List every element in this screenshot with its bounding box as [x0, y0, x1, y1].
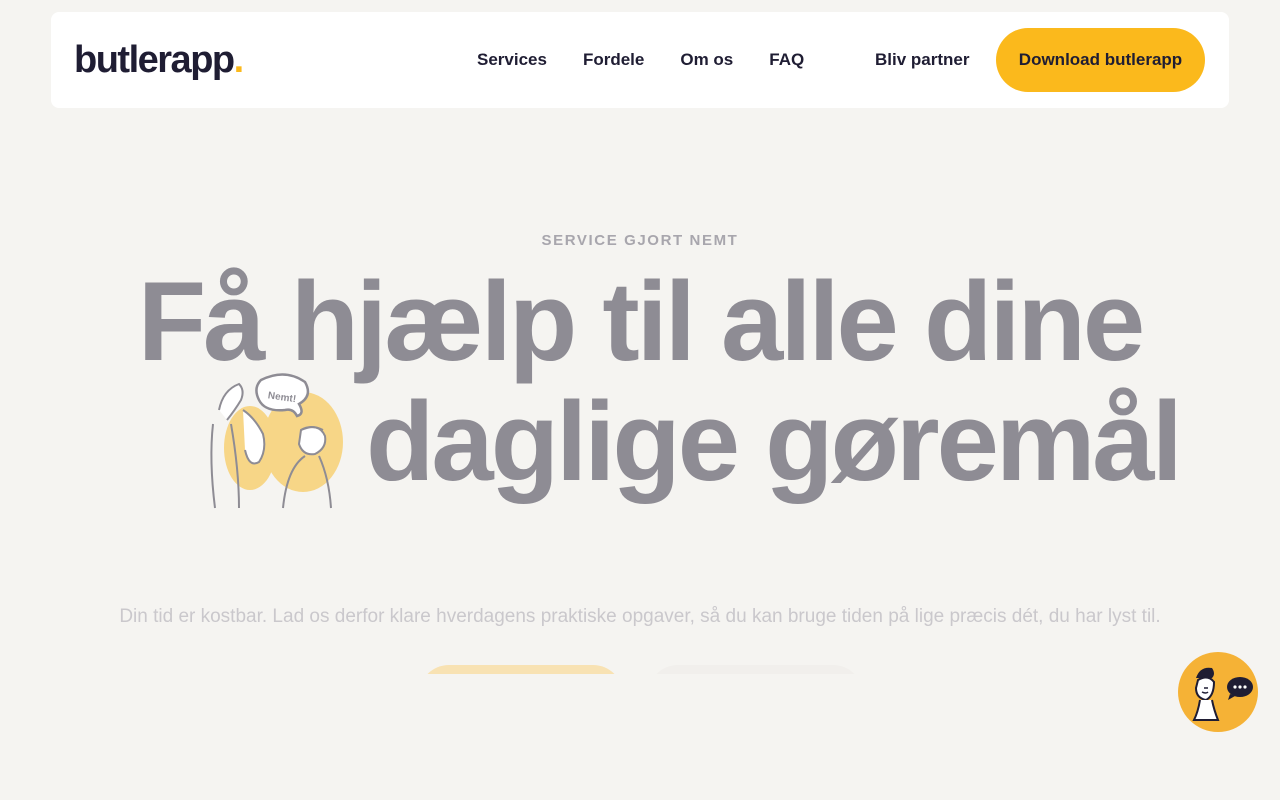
chat-widget-button[interactable]	[1178, 652, 1258, 732]
hero-subtext: Din tid er kostbar. Lad os derfor klare …	[119, 606, 1161, 627]
nemt-illustration-icon: Nemt!	[210, 373, 343, 509]
hero-headline-line2: daglige gøremål	[366, 379, 1183, 504]
top-navbar: butlerapp. Services Fordele Om os FAQ Bl…	[51, 12, 1229, 108]
nav-link-services[interactable]: Services	[477, 50, 547, 70]
hero-primary-button[interactable]	[419, 665, 623, 674]
nav-link-faq[interactable]: FAQ	[769, 50, 804, 70]
nav-link-om-os[interactable]: Om os	[680, 50, 733, 70]
download-button[interactable]: Download butlerapp	[996, 28, 1205, 92]
partner-link[interactable]: Bliv partner	[875, 12, 969, 108]
hero-cta-row	[0, 665, 1280, 674]
hero-eyebrow: SERVICE GJORT NEMT	[541, 232, 739, 249]
brand-logo[interactable]: butlerapp.	[74, 36, 244, 84]
chat-bubble-icon	[1192, 667, 1253, 721]
nav-link-fordele[interactable]: Fordele	[583, 50, 644, 70]
nav-links: Services Fordele Om os FAQ	[477, 12, 840, 108]
hero-headline-line2-row: Nemt! daglige gøremål	[0, 373, 1280, 512]
hero-headline-line1: Få hjælp til alle dine	[137, 259, 1145, 384]
hero-secondary-button[interactable]	[648, 665, 863, 674]
